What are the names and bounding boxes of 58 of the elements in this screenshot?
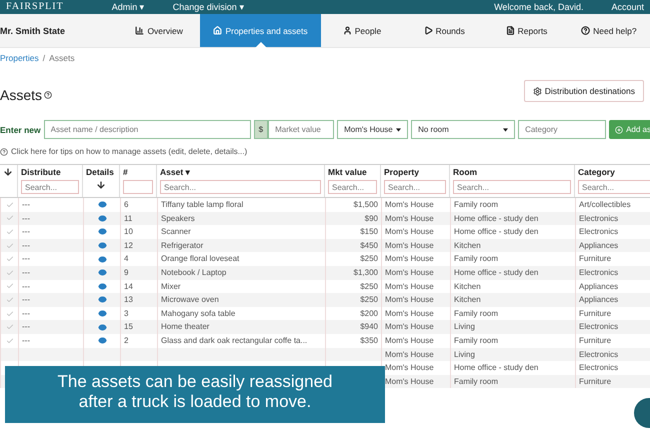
breadcrumb-current: Assets	[49, 53, 75, 63]
category-field[interactable]: Category	[518, 120, 606, 139]
arrow-down-icon[interactable]	[96, 180, 106, 190]
person-icon	[342, 26, 352, 35]
settings-icon	[532, 86, 542, 96]
tips-link[interactable]: Click here for tips on how to manage assets (edit, delete, details...)	[0, 147, 650, 156]
enter-new-label: Enter new	[0, 124, 41, 134]
nav-tab[interactable]: Reports	[485, 14, 568, 47]
market-value-field[interactable]: Market value	[268, 120, 334, 139]
help-icon[interactable]	[44, 91, 52, 99]
page-title: Assets	[0, 87, 42, 103]
breadcrumb-link[interactable]: Properties	[0, 53, 39, 63]
menu-link[interactable]: Admin ▾	[112, 2, 145, 12]
column-header[interactable]: Distribute	[21, 167, 79, 177]
column-header[interactable]: Room	[453, 167, 571, 177]
column-search-field[interactable]: Search...	[328, 180, 377, 194]
sort-arrow-icon[interactable]	[3, 167, 13, 177]
plus-icon	[615, 126, 624, 134]
breadcrumb-separator: /	[42, 53, 46, 63]
logo[interactable]: FAIRSPLIT	[6, 2, 64, 12]
column-search-field[interactable]: Search...	[453, 180, 571, 194]
bar-chart-icon	[135, 26, 144, 35]
distribution-button[interactable]: Distribution destinations	[524, 80, 644, 102]
estate-name: Mr. Smith State	[0, 26, 66, 36]
currency-addon: $	[254, 120, 268, 139]
help-icon	[0, 148, 8, 156]
column-header[interactable]: Category	[578, 167, 650, 177]
menu-link[interactable]: Change division ▾	[172, 2, 244, 12]
asset-name-field[interactable]: Asset name / description	[44, 120, 251, 139]
column-header[interactable]: Asset ▾	[160, 167, 321, 177]
column-search-field[interactable]	[123, 180, 153, 194]
column-search-field[interactable]: Search...	[21, 180, 79, 194]
column-header[interactable]: Details	[86, 167, 116, 177]
caption-text: after a truck is loaded to move.	[78, 392, 312, 412]
room-select[interactable]: No room	[411, 120, 516, 139]
welcome-text: Welcome back, David.	[494, 2, 584, 12]
caption-text: The assets can be easily reassigned	[56, 372, 334, 392]
caret-icon	[396, 128, 402, 132]
help-icon	[581, 26, 590, 35]
table-cell: Furniture	[575, 374, 650, 388]
table-cell: Family room	[450, 374, 575, 388]
nav-tab[interactable]: People	[320, 14, 404, 47]
nav-tab[interactable]: Overview	[118, 14, 200, 47]
nav-tab[interactable]: Rounds	[403, 14, 486, 47]
column-header[interactable]: Mkt value	[328, 167, 377, 177]
caret-icon	[503, 128, 508, 132]
column-search-field[interactable]: Search...	[384, 180, 446, 194]
column-header[interactable]: #	[123, 167, 153, 177]
column-search-field[interactable]: Search...	[578, 180, 650, 194]
document-icon	[506, 26, 515, 35]
column-header[interactable]: Property	[384, 167, 446, 177]
property-select[interactable]: Mom's House	[337, 120, 408, 139]
account-link[interactable]: Account	[611, 2, 644, 12]
nav-tab[interactable]: Need help?	[568, 14, 650, 47]
column-search-field[interactable]: Search...	[160, 180, 321, 194]
home-icon	[213, 26, 222, 35]
nav-tab[interactable]: Properties and assets	[200, 14, 321, 47]
play-icon	[424, 26, 433, 35]
